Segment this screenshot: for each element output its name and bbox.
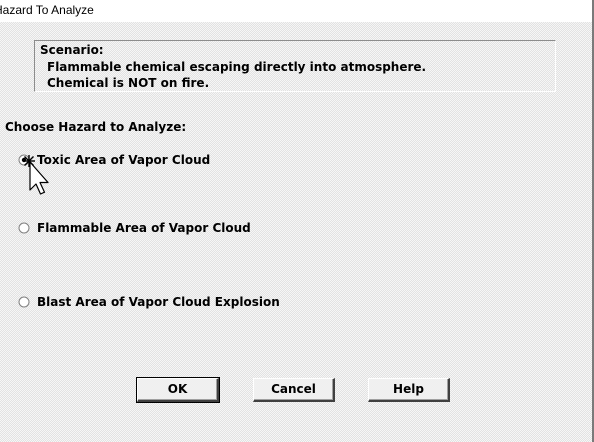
hazard-group-label: Choose Hazard to Analyze:: [5, 120, 187, 134]
scenario-heading: Scenario:: [40, 43, 104, 57]
radio-button-icon[interactable]: [18, 154, 30, 166]
window-title: Hazard To Analyze: [0, 3, 94, 17]
radio-option-blast[interactable]: Blast Area of Vapor Cloud Explosion: [18, 293, 280, 311]
ok-button[interactable]: OK: [136, 377, 220, 403]
radio-option-label: Toxic Area of Vapor Cloud: [37, 153, 211, 167]
radio-option-label: Flammable Area of Vapor Cloud: [37, 221, 251, 235]
cancel-button[interactable]: Cancel: [253, 378, 335, 402]
window-title-bar[interactable]: Hazard To Analyze: [0, 0, 594, 22]
scenario-line-2: Chemical is NOT on fire.: [47, 76, 210, 90]
radio-option-label: Blast Area of Vapor Cloud Explosion: [37, 295, 280, 309]
scenario-panel: Scenario: Flammable chemical escaping di…: [34, 40, 556, 92]
radio-option-toxic[interactable]: Toxic Area of Vapor Cloud: [18, 151, 210, 169]
radio-button-icon[interactable]: [18, 296, 30, 308]
radio-button-icon[interactable]: [18, 222, 30, 234]
help-button[interactable]: Help: [368, 378, 450, 402]
scenario-line-1: Flammable chemical escaping directly int…: [47, 60, 427, 74]
radio-option-flammable[interactable]: Flammable Area of Vapor Cloud: [18, 219, 251, 237]
